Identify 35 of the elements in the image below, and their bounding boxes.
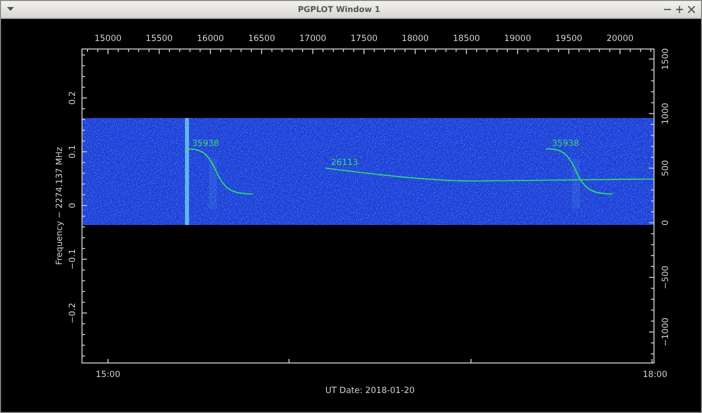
maximize-icon[interactable] — [676, 6, 683, 13]
tick-label: 0 — [661, 220, 671, 226]
tick-label: 0.1 — [68, 144, 78, 159]
tick-label: −1000 — [661, 318, 671, 346]
tick-label: 18:00 — [642, 370, 668, 380]
minimize-icon[interactable] — [664, 6, 671, 13]
tick-label: 16000 — [196, 34, 224, 44]
tick-label: 1000 — [661, 102, 671, 124]
tick-label: 15:00 — [96, 370, 120, 380]
tick-label: 16500 — [248, 34, 276, 44]
track-label: 26113 — [331, 158, 358, 168]
tick-label: 20000 — [606, 34, 634, 44]
track-label: 35938 — [552, 139, 580, 149]
menu-caret-icon[interactable] — [7, 7, 14, 12]
tick-label: 500 — [661, 160, 671, 176]
tick-label: 18500 — [452, 34, 480, 44]
axis-label: Frequency − 2274.137 MHz — [55, 147, 65, 265]
tick-label: 15500 — [146, 34, 173, 44]
window-title: PGPLOT Window 1 — [298, 5, 380, 14]
tick-label: 17000 — [299, 34, 326, 44]
tick-label: 19500 — [555, 34, 582, 44]
close-icon[interactable] — [688, 6, 695, 13]
tick-label: 18000 — [402, 34, 429, 44]
track-label: 35938 — [192, 139, 220, 149]
tick-label: −500 — [661, 266, 671, 290]
tick-label: 0 — [68, 202, 78, 208]
tick-label: −0.2 — [68, 302, 78, 324]
track-curve — [186, 148, 254, 195]
tick-label: 0.2 — [68, 91, 78, 105]
tick-label: 19000 — [504, 34, 532, 44]
tick-label: 1500 — [661, 48, 671, 70]
tick-label: 17500 — [350, 34, 378, 44]
tick-label: −0.1 — [68, 248, 78, 270]
axis-label: UT Date: 2018-01-20 — [325, 386, 415, 396]
tick-label: 15000 — [94, 34, 122, 44]
